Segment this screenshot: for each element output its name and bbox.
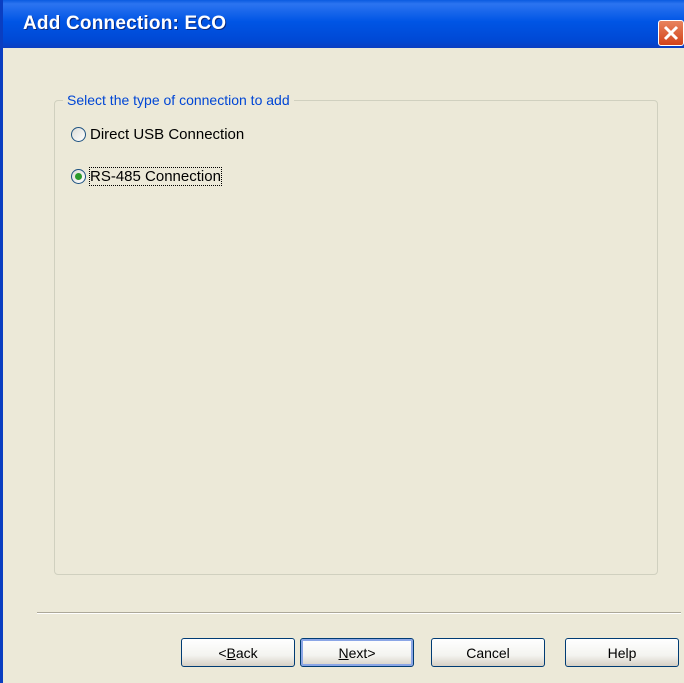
close-icon — [663, 25, 679, 41]
back-prefix: < — [218, 644, 227, 661]
title-bar[interactable]: Add Connection: ECO — [3, 0, 684, 48]
option-rs485-label: RS-485 Connection — [89, 167, 222, 186]
next-suffix: > — [367, 644, 376, 661]
window-title: Add Connection: ECO — [23, 13, 227, 34]
back-button[interactable]: < Back — [181, 638, 295, 667]
separator — [37, 612, 681, 614]
help-button[interactable]: Help — [565, 638, 679, 667]
radio-selected-dot — [75, 173, 82, 180]
close-button[interactable] — [658, 20, 684, 46]
option-direct-usb-label: Direct USB Connection — [90, 126, 245, 143]
back-mnemonic: B — [226, 644, 236, 661]
back-rest: ack — [235, 644, 258, 661]
next-button[interactable]: Next > — [300, 638, 414, 667]
group-legend: Select the type of connection to add — [63, 92, 294, 108]
next-rest: ext — [348, 644, 368, 661]
cancel-button[interactable]: Cancel — [431, 638, 545, 667]
radio-direct-usb[interactable] — [71, 127, 86, 142]
option-direct-usb[interactable]: Direct USB Connection — [71, 126, 244, 143]
next-mnemonic: N — [338, 644, 349, 661]
option-rs485[interactable]: RS-485 Connection — [71, 167, 222, 186]
radio-rs485[interactable] — [71, 169, 86, 184]
add-connection-dialog: Add Connection: ECO Select the type of c… — [0, 0, 684, 683]
